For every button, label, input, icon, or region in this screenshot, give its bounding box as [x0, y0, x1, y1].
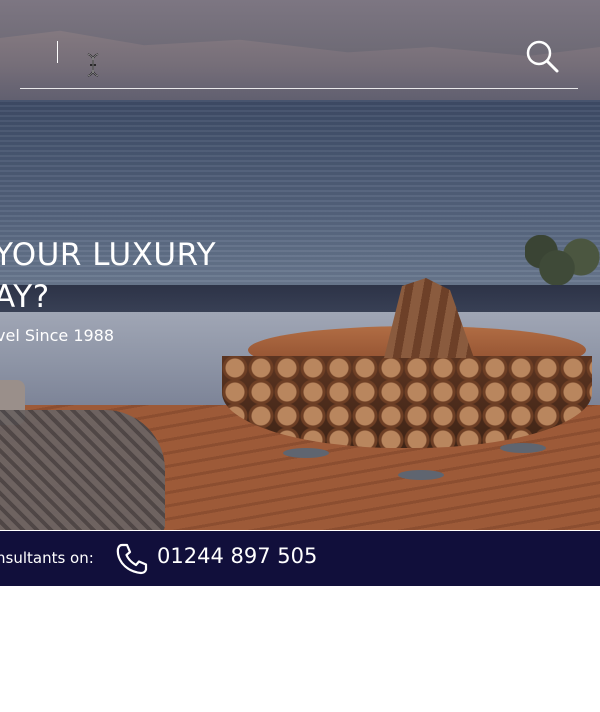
hero-banner: YOUR LUXURY AY? vel Since 1988: [0, 0, 600, 530]
fire-pit-foot: [283, 448, 329, 458]
search-icon[interactable]: [524, 38, 560, 74]
phone-number-link[interactable]: 01244 897 505: [157, 544, 317, 568]
hero-headline-line1: YOUR LUXURY: [0, 237, 217, 273]
phone-icon: [116, 543, 148, 575]
hero-subheadline: vel Since 1988: [0, 326, 115, 345]
search-bar: [20, 30, 578, 89]
hero-headline: YOUR LUXURY AY?: [0, 234, 216, 318]
fire-pit-foot: [500, 443, 546, 453]
text-cursor-icon: [87, 53, 99, 77]
hero-headline-line2: AY?: [0, 279, 50, 315]
wicker-chair: [0, 410, 165, 530]
text-caret: [57, 41, 58, 63]
fire-pit-foot: [398, 470, 444, 480]
contact-bar: nsultants on: 01244 897 505: [0, 531, 600, 586]
contact-label: nsultants on:: [0, 549, 94, 567]
shrub-image: [525, 235, 600, 290]
